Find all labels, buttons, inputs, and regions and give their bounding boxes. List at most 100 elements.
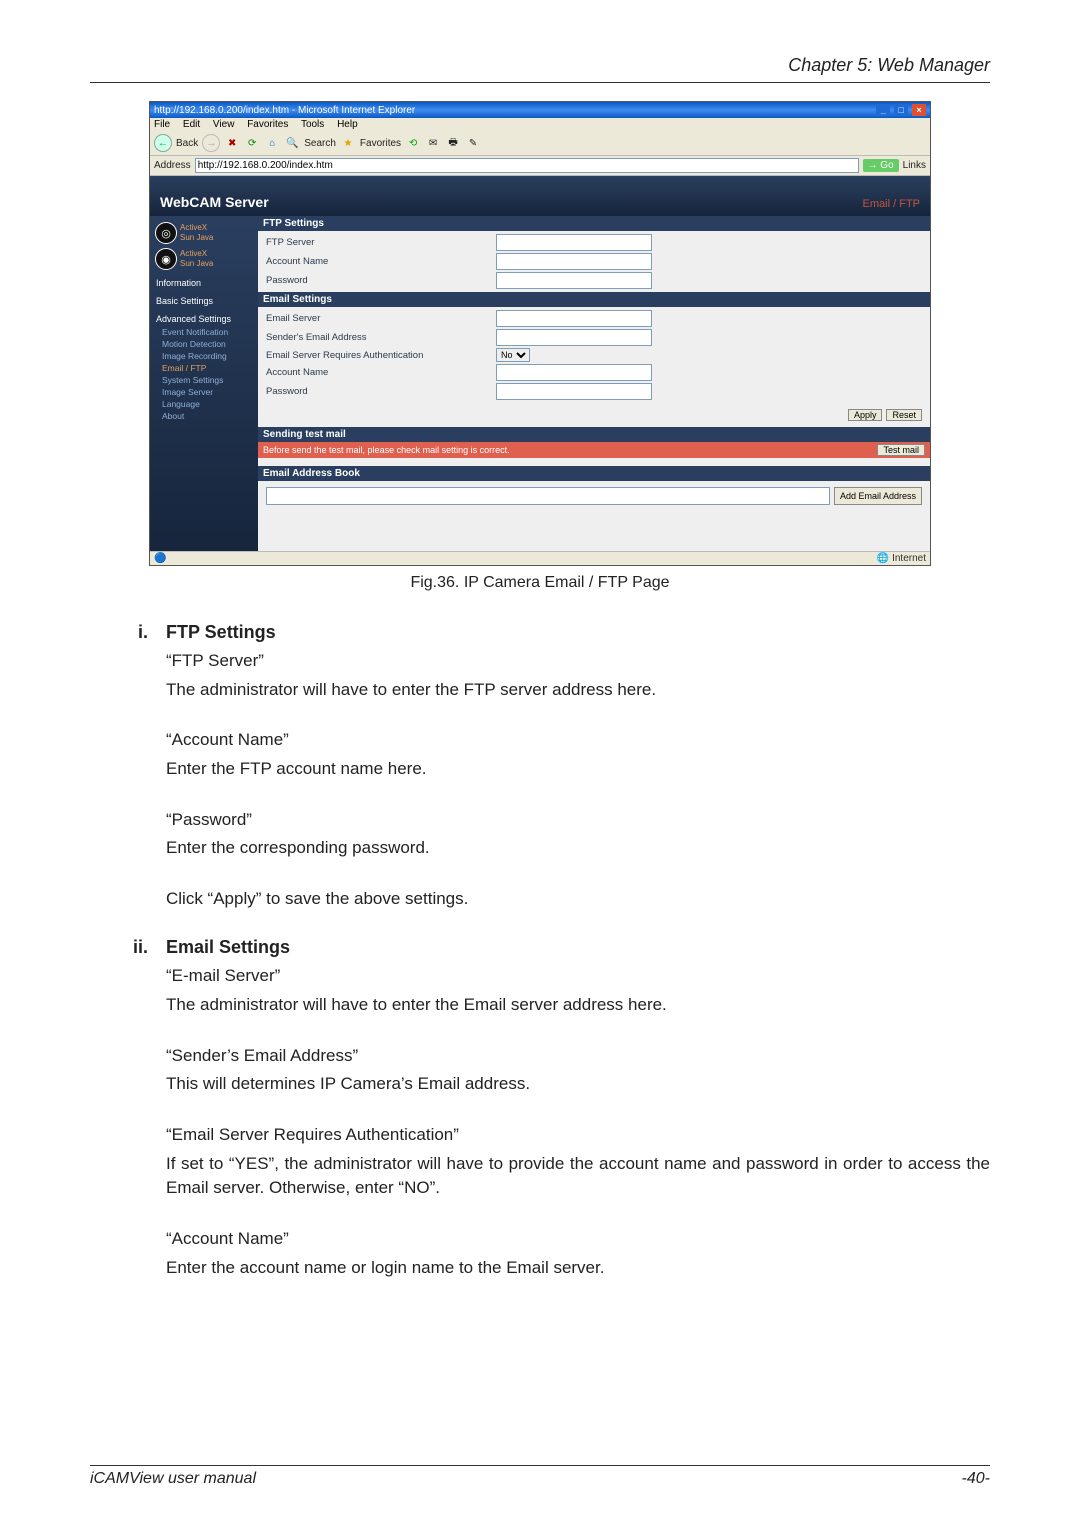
menu-favorites[interactable]: Favorites (247, 119, 288, 130)
email-address-book-header: Email Address Book (258, 466, 930, 481)
sender-email-input[interactable] (496, 329, 652, 346)
menu-edit[interactable]: Edit (183, 119, 200, 130)
nav-basic-settings[interactable]: Basic Settings (150, 290, 258, 308)
refresh-icon[interactable]: ⟳ (244, 135, 260, 151)
close-icon[interactable]: × (912, 104, 926, 116)
email-password-input[interactable] (496, 383, 652, 400)
section1-title: FTP Settings (166, 622, 276, 643)
ie-menubar: File Edit View Favorites Tools Help (150, 118, 930, 131)
status-done-icon: 🔵 (154, 553, 166, 564)
cam-b-activex[interactable]: ActiveX (180, 249, 207, 258)
email-auth-label: Email Server Requires Authentication (262, 350, 496, 361)
s2-p1b: The administrator will have to enter the… (166, 993, 990, 1018)
footer-left: iCAMView user manual (90, 1470, 256, 1488)
go-button[interactable]: → Go (863, 159, 899, 172)
print-icon[interactable]: 🖶 (445, 135, 461, 151)
email-server-input[interactable] (496, 310, 652, 327)
webcam-body: ◎ ActiveX Sun Java ◉ ActiveX Sun Java In… (150, 216, 930, 551)
sidebar: ◎ ActiveX Sun Java ◉ ActiveX Sun Java In… (150, 216, 258, 551)
internet-zone-icon: 🌐 (877, 553, 889, 564)
camera-b-icon[interactable]: ◉ (155, 248, 177, 270)
nav-system-settings[interactable]: System Settings (150, 374, 258, 386)
apply-button[interactable]: Apply (848, 409, 883, 421)
favorites-label[interactable]: Favorites (360, 138, 401, 149)
menu-view[interactable]: View (213, 119, 235, 130)
email-auth-select[interactable]: No (496, 348, 530, 362)
maximize-icon[interactable]: □ (894, 104, 908, 116)
email-address-input[interactable] (266, 487, 830, 505)
camera-a-icon[interactable]: ◎ (155, 222, 177, 244)
s1-p1b: The administrator will have to enter the… (166, 678, 990, 703)
ftp-settings-header: FTP Settings (258, 216, 930, 231)
history-icon[interactable]: ⟲ (405, 135, 421, 151)
nav-event-notification[interactable]: Event Notification (150, 326, 258, 338)
email-password-label: Password (262, 386, 496, 397)
address-input[interactable] (195, 158, 859, 173)
stop-icon[interactable]: ✖ (224, 135, 240, 151)
ftp-password-input[interactable] (496, 272, 652, 289)
favorites-icon[interactable]: ★ (340, 135, 356, 151)
cam-a-sunjava[interactable]: Sun Java (180, 233, 213, 242)
status-zone: Internet (892, 553, 926, 564)
ftp-server-input[interactable] (496, 234, 652, 251)
test-mail-button[interactable]: Test mail (877, 444, 925, 456)
s2-p2a: “Sender’s Email Address” (166, 1044, 990, 1069)
section-email-settings: ii. Email Settings “E-mail Server” The a… (90, 937, 990, 1280)
forward-icon[interactable]: → (202, 134, 220, 152)
s1-p2b: Enter the FTP account name here. (166, 757, 990, 782)
nav-image-server[interactable]: Image Server (150, 386, 258, 398)
back-label[interactable]: Back (176, 138, 198, 149)
figure-caption: Fig.36. IP Camera Email / FTP Page (90, 574, 990, 592)
menu-help[interactable]: Help (337, 119, 358, 130)
menu-file[interactable]: File (154, 119, 170, 130)
window-buttons: _ □ × (875, 104, 926, 116)
chapter-header: Chapter 5: Web Manager (90, 55, 990, 83)
reset-button[interactable]: Reset (886, 409, 922, 421)
email-account-label: Account Name (262, 367, 496, 378)
nav-email-ftp[interactable]: Email / FTP (150, 362, 258, 374)
ie-titlebar: http://192.168.0.200/index.htm - Microso… (150, 102, 930, 118)
address-label: Address (154, 160, 191, 171)
nav-language[interactable]: Language (150, 398, 258, 410)
search-label[interactable]: Search (304, 138, 336, 149)
s1-p3b: Enter the corresponding password. (166, 836, 990, 861)
nav-motion-detection[interactable]: Motion Detection (150, 338, 258, 350)
email-server-label: Email Server (262, 313, 496, 324)
home-icon[interactable]: ⌂ (264, 135, 280, 151)
mail-icon[interactable]: ✉ (425, 135, 441, 151)
webcam-title: WebCAM Server (160, 194, 269, 210)
email-account-input[interactable] (496, 364, 652, 381)
nav-about[interactable]: About (150, 410, 258, 422)
back-icon[interactable]: ← (154, 134, 172, 152)
edit-icon[interactable]: ✎ (465, 135, 481, 151)
email-settings-header: Email Settings (258, 292, 930, 307)
add-email-address-button[interactable]: Add Email Address (834, 487, 922, 505)
cam-a-activex[interactable]: ActiveX (180, 223, 207, 232)
sending-test-mail-header: Sending test mail (258, 427, 930, 442)
s2-p3b: If set to “YES”, the administrator will … (166, 1152, 990, 1201)
footer-right: -40- (962, 1470, 990, 1488)
ie-window-title: http://192.168.0.200/index.htm - Microso… (154, 105, 415, 116)
s2-p2b: This will determines IP Camera’s Email a… (166, 1072, 990, 1097)
s1-p1a: “FTP Server” (166, 649, 990, 674)
menu-tools[interactable]: Tools (301, 119, 324, 130)
s2-p3a: “Email Server Requires Authentication” (166, 1123, 990, 1148)
nav-information[interactable]: Information (150, 272, 258, 290)
sender-email-label: Sender's Email Address (262, 332, 496, 343)
s1-p3a: “Password” (166, 808, 990, 833)
ie-toolbar: ← Back → ✖ ⟳ ⌂ 🔍 Search ★ Favorites ⟲ ✉ … (150, 131, 930, 156)
search-icon[interactable]: 🔍 (284, 135, 300, 151)
main-panel: FTP Settings FTP Server Account Name Pas… (258, 216, 930, 551)
s1-p2a: “Account Name” (166, 728, 990, 753)
ftp-account-label: Account Name (262, 256, 496, 267)
ftp-account-input[interactable] (496, 253, 652, 270)
minimize-icon[interactable]: _ (876, 104, 890, 116)
ie-statusbar: 🔵 🌐 Internet (150, 551, 930, 565)
cam-b-sunjava[interactable]: Sun Java (180, 259, 213, 268)
section2-title: Email Settings (166, 937, 290, 958)
s1-p4: Click “Apply” to save the above settings… (166, 887, 990, 912)
nav-image-recording[interactable]: Image Recording (150, 350, 258, 362)
links-label[interactable]: Links (903, 160, 926, 171)
breadcrumb: Email / FTP (863, 198, 920, 210)
nav-advanced-settings[interactable]: Advanced Settings (150, 308, 258, 326)
